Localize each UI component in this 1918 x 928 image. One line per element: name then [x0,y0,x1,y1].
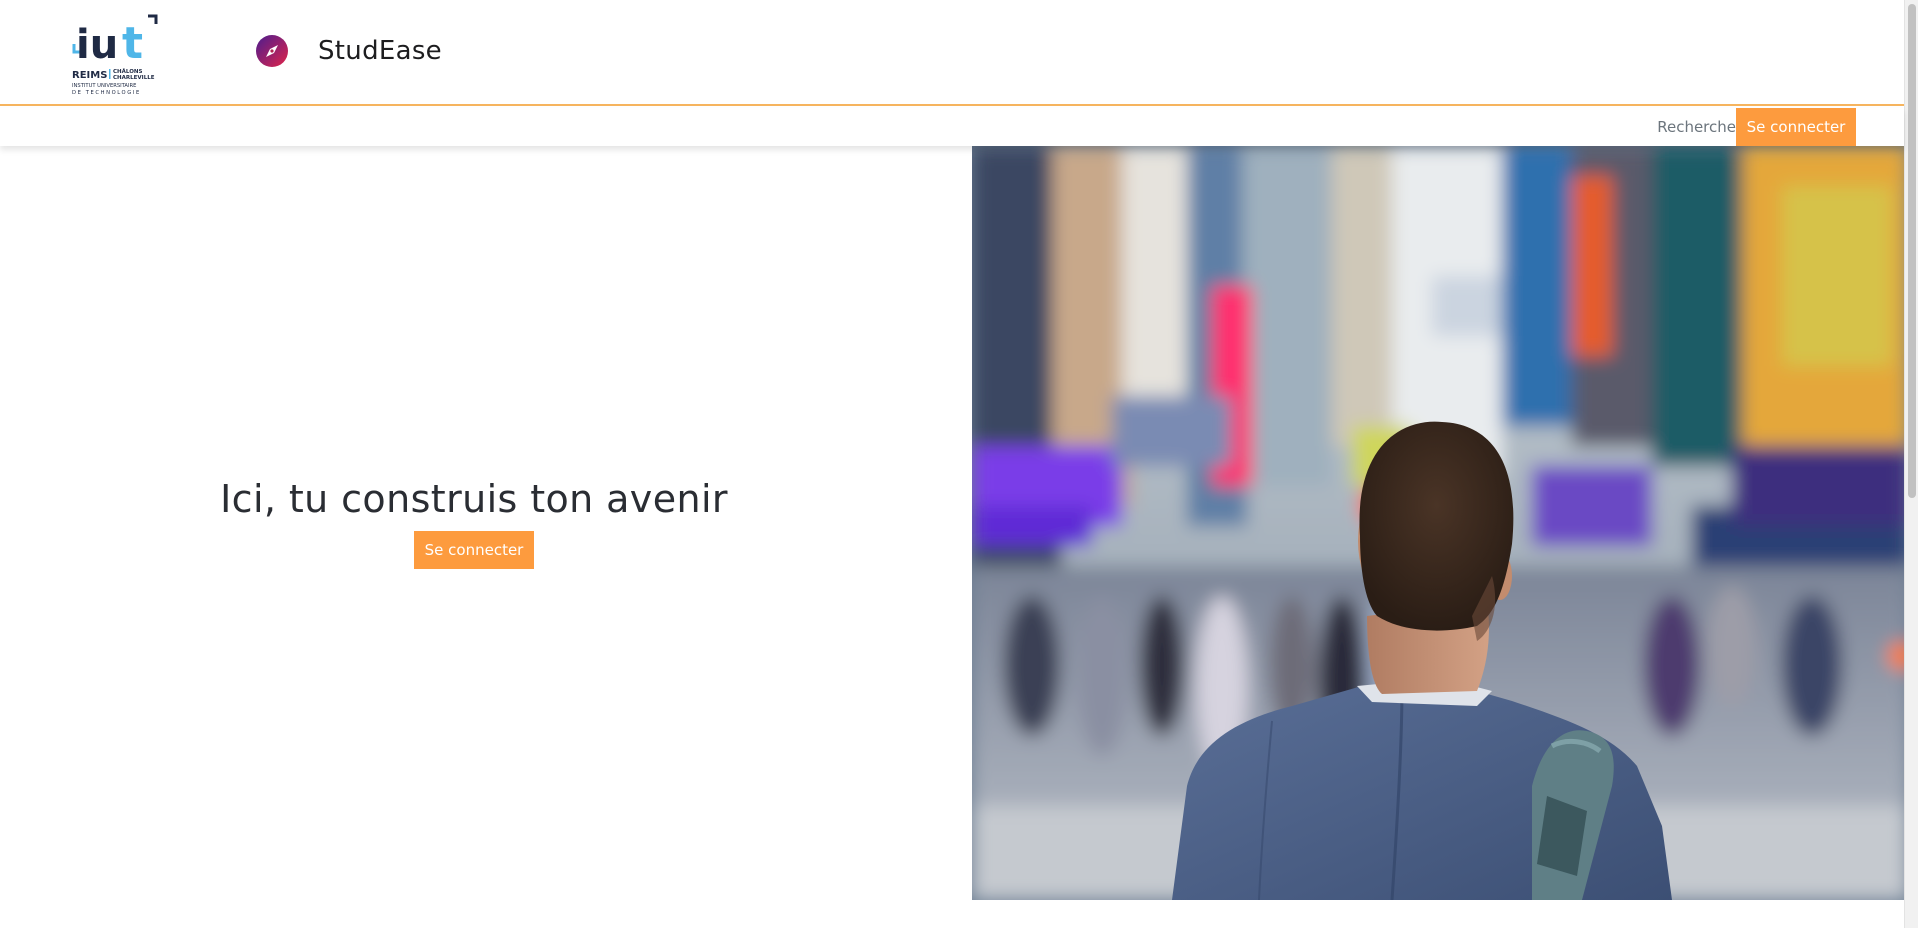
hero-text-section: Ici, tu construis ton avenir Se connecte… [0,146,972,900]
svg-text:CHARLEVILLE: CHARLEVILLE [113,75,155,81]
nav-login-button[interactable]: Se connecter [1736,108,1856,146]
scrollbar-thumb[interactable] [1908,4,1916,498]
iut-logo-graphic: iu t REIMS CHÂLONS CHARLEVILLE INSTITUT … [72,14,158,96]
vertical-scrollbar[interactable] [1904,0,1918,928]
logo-t-text: t [122,18,143,69]
site-header: iu t REIMS CHÂLONS CHARLEVILLE INSTITUT … [0,0,1904,106]
city-street-photo [972,146,1908,900]
nav-search-link[interactable]: Recherche [1657,108,1736,146]
top-navbar: Recherche Se connecter [0,108,1904,146]
hero-image [972,146,1908,900]
compass-icon[interactable] [256,35,288,67]
svg-text:DE TECHNOLOGIE: DE TECHNOLOGIE [72,90,141,96]
app-title: StudEase [318,36,442,66]
iut-logo[interactable]: iu t REIMS CHÂLONS CHARLEVILLE INSTITUT … [70,6,162,96]
hero-login-button[interactable]: Se connecter [414,531,534,569]
logo-iu-text: iu [76,22,118,68]
hero-title: Ici, tu construis ton avenir [220,477,728,521]
page: iu t REIMS CHÂLONS CHARLEVILLE INSTITUT … [0,0,1918,928]
svg-text:REIMS: REIMS [72,70,107,81]
svg-text:CHÂLONS: CHÂLONS [113,68,142,75]
svg-text:INSTITUT UNIVERSITAIRE: INSTITUT UNIVERSITAIRE [72,83,136,89]
